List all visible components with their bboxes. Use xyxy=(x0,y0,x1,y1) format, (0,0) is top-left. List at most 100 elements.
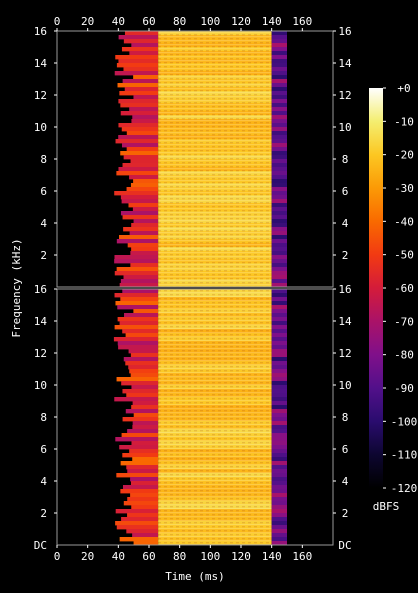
spectrogram-cell xyxy=(271,255,287,260)
x-tick-label: 160 xyxy=(292,15,312,28)
spectrogram-cell xyxy=(133,95,159,100)
spectrogram-cell xyxy=(126,131,159,136)
spectrogram-cell xyxy=(271,445,287,450)
spectrogram-cell xyxy=(127,243,159,248)
spectrogram-cell xyxy=(133,309,159,314)
y-tick-label: 8 xyxy=(342,411,349,424)
spectrogram-cell xyxy=(131,119,159,124)
spectrogram-cell xyxy=(131,505,159,510)
y-tick-label: 14 xyxy=(338,57,352,70)
spectrogram-cell xyxy=(123,39,159,44)
spectrogram-cell xyxy=(130,493,159,498)
spectrogram-cell xyxy=(271,493,287,498)
spectrogram-cell xyxy=(271,309,287,314)
spectrogram-cell xyxy=(271,171,287,176)
x-tick-label: 100 xyxy=(200,550,220,563)
spectrogram-cell xyxy=(131,247,159,252)
spectrogram-cell xyxy=(271,43,287,48)
spectrogram-cell xyxy=(271,227,287,232)
spectrogram-cell xyxy=(118,123,159,128)
spectrogram-cell xyxy=(271,175,287,180)
spectrogram-cell xyxy=(126,147,159,152)
spectrogram-cell xyxy=(126,465,159,470)
spectrogram-cell xyxy=(120,489,159,494)
spectrogram-cell xyxy=(117,341,159,346)
spectrogram-cell xyxy=(124,313,159,318)
spectrogram-cell xyxy=(118,99,159,104)
spectrogram-cell xyxy=(271,167,287,172)
spectrogram-cell xyxy=(130,183,159,188)
spectrogram-cell xyxy=(271,425,287,430)
spectrogram-cell xyxy=(271,79,287,84)
y-tick-label: 14 xyxy=(34,57,48,70)
spectrogram-cell xyxy=(271,497,287,502)
spectrogram-cell xyxy=(271,509,287,514)
spectrogram-cell xyxy=(271,275,287,280)
spectrogram-cell xyxy=(271,413,287,418)
spectrogram-cell xyxy=(117,83,159,88)
spectrogram-cell xyxy=(120,461,159,466)
x-tick-label: 20 xyxy=(81,15,94,28)
spectrogram-cell xyxy=(127,513,159,518)
spectrogram-cell xyxy=(271,235,287,240)
spectrogram-cell xyxy=(271,91,287,96)
spectrogram-cell xyxy=(133,75,159,80)
spectrogram-cell xyxy=(271,263,287,268)
spectrogram-cell xyxy=(271,187,287,192)
spectrogram-cell xyxy=(271,211,287,216)
spectrogram-cell xyxy=(126,529,159,534)
spectrogram-cell xyxy=(271,111,287,116)
spectrogram-cell xyxy=(123,501,159,506)
spectrogram-cell xyxy=(271,95,287,100)
spectrogram-cell xyxy=(271,405,287,410)
spectrogram-cell xyxy=(271,421,287,426)
spectrogram-cell xyxy=(271,123,287,128)
spectrogram-cell xyxy=(271,409,287,414)
spectrogram-cell xyxy=(115,437,159,442)
spectrogram-cell xyxy=(113,337,159,342)
spectrogram-cell xyxy=(122,453,159,458)
colorbar-tick-label: -60 xyxy=(394,282,414,295)
spectrogram-cell xyxy=(271,139,287,144)
spectrogram-cell xyxy=(114,397,159,402)
spectrogram-cell xyxy=(126,393,159,398)
spectrogram-cell xyxy=(271,513,287,518)
y-tick-label: 8 xyxy=(40,411,47,424)
spectrogram-cell xyxy=(120,195,159,200)
x-tick-label: 120 xyxy=(231,550,251,563)
y-tick-label: 4 xyxy=(342,217,349,230)
y-tick-label: 10 xyxy=(34,379,47,392)
spectrogram-cell xyxy=(116,473,159,478)
spectrogram-cell xyxy=(271,457,287,462)
spectrogram-cell xyxy=(271,305,287,310)
spectrogram-cell xyxy=(132,425,159,430)
spectrogram-cell xyxy=(271,393,287,398)
colorbar-tick-label: -120 xyxy=(391,482,418,495)
spectrogram-cell xyxy=(271,131,287,136)
spectrogram-cell xyxy=(123,155,159,160)
spectrogram-cell xyxy=(271,377,287,382)
spectrogram-cell xyxy=(122,289,159,294)
spectrogram-texture xyxy=(158,289,272,545)
y-tick-label-dc: DC xyxy=(338,539,351,552)
spectrogram-cell xyxy=(129,51,159,56)
x-tick-label: 140 xyxy=(262,550,282,563)
x-tick-label: 160 xyxy=(292,550,312,563)
spectrogram-cell xyxy=(122,163,159,168)
x-tick-label: 60 xyxy=(142,15,155,28)
spectrogram-cell xyxy=(115,55,159,60)
spectrogram-cell xyxy=(122,389,159,394)
y-tick-label-dc: DC xyxy=(34,539,47,552)
spectrogram-cell xyxy=(271,107,287,112)
spectrogram-cell xyxy=(114,191,159,196)
spectrogram-cell xyxy=(129,449,159,454)
spectrogram-cell xyxy=(271,55,287,60)
spectrogram-cell xyxy=(271,449,287,454)
x-tick-label: 40 xyxy=(112,550,125,563)
spectrogram-cell xyxy=(121,143,159,148)
y-tick-label: 16 xyxy=(34,25,47,38)
spectrogram-cell xyxy=(271,293,287,298)
colorbar-ticks: +0 -10 -20 -30 -40 -50 -60 -70 -80 -90 -100 -110 -12… xyxy=(383,82,417,495)
x-tick-label: 20 xyxy=(81,550,94,563)
spectrogram-cell xyxy=(271,369,287,374)
